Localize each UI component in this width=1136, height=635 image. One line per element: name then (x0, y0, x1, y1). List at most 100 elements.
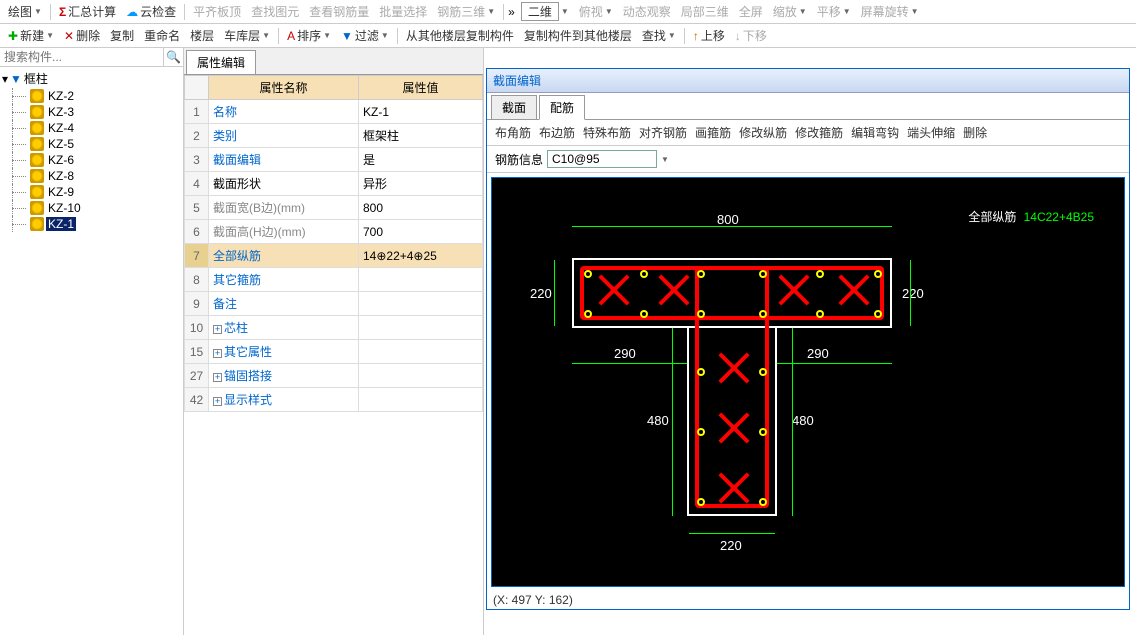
tree-item[interactable]: KZ-4 (2, 120, 181, 136)
property-row[interactable]: 7全部纵筋14⊕22+4⊕25 (185, 244, 483, 268)
move-down[interactable]: ↓下移 (731, 27, 771, 44)
draw-menu[interactable]: 绘图▼ (4, 3, 46, 20)
component-tree-panel: 🔍 ▾▼框柱 KZ-2 KZ-3 KZ-4 KZ-5 KZ-6 KZ-8 KZ-9 KZ-10… (0, 48, 184, 635)
property-row[interactable]: 3截面编辑是 (185, 148, 483, 172)
find-element[interactable]: 查找图元 (247, 3, 303, 20)
pan[interactable]: 平移▼ (813, 3, 855, 20)
gear-icon (30, 121, 44, 135)
property-row[interactable]: 5截面宽(B边)(mm)800 (185, 196, 483, 220)
delete-button[interactable]: ✕删除 (60, 27, 104, 44)
rebar-tool[interactable]: 修改箍筋 (795, 124, 843, 141)
tree-item[interactable]: KZ-8 (2, 168, 181, 184)
tree-item[interactable]: KZ-10 (2, 200, 181, 216)
rebar-tool[interactable]: 修改纵筋 (739, 124, 787, 141)
tree-item-label: KZ-9 (46, 185, 76, 199)
gear-icon (30, 169, 44, 183)
move-up[interactable]: ↑上移 (689, 27, 729, 44)
tree-item-label: KZ-3 (46, 105, 76, 119)
gear-icon (30, 153, 44, 167)
property-row[interactable]: 8其它箍筋 (185, 268, 483, 292)
batch-select[interactable]: 批量选择 (375, 3, 431, 20)
rebar-tool[interactable]: 编辑弯钩 (851, 124, 899, 141)
property-panel: 属性编辑 属性名称 属性值 1名称KZ-12类别框架柱3截面编辑是4截面形状异形… (184, 48, 484, 635)
component-tree[interactable]: ▾▼框柱 KZ-2 KZ-3 KZ-4 KZ-5 KZ-6 KZ-8 KZ-9 KZ-10 KZ… (0, 67, 183, 635)
tree-item[interactable]: KZ-1 (2, 216, 181, 232)
property-row[interactable]: 4截面形状异形 (185, 172, 483, 196)
zoom[interactable]: 缩放▼ (769, 3, 811, 20)
tree-item-label: KZ-8 (46, 169, 76, 183)
new-button[interactable]: ✚新建▼ (4, 27, 58, 44)
rebar-info-dropdown[interactable]: ▼ (661, 155, 669, 164)
search-input[interactable] (0, 48, 163, 66)
section-canvas[interactable]: 全部纵筋 14C22+4B25 800 (491, 177, 1125, 587)
property-row[interactable]: 10+芯柱 (185, 316, 483, 340)
section-editor-title: 截面编辑 (487, 69, 1129, 93)
rebar-tool[interactable]: 端头伸缩 (907, 124, 955, 141)
col-prop-name: 属性名称 (209, 76, 359, 100)
tree-item[interactable]: KZ-5 (2, 136, 181, 152)
toolbar-main: 绘图▼ Σ汇总计算 ☁云检查 平齐板顶 查找图元 查看钢筋量 批量选择 钢筋三维… (0, 0, 1136, 24)
tab-section[interactable]: 截面 (491, 95, 537, 119)
property-row[interactable]: 1名称KZ-1 (185, 100, 483, 124)
gear-icon (30, 137, 44, 151)
search-button[interactable]: 🔍 (163, 48, 183, 66)
view-2d[interactable]: 二维▼ (517, 2, 573, 21)
rebar-tool[interactable]: 布边筋 (539, 124, 575, 141)
garage-menu[interactable]: 车库层▼ (220, 27, 274, 44)
section-editor-panel: 截面编辑 截面 配筋 布角筋布边筋特殊布筋对齐钢筋画箍筋修改纵筋修改箍筋编辑弯钩… (486, 68, 1130, 610)
rebar-tool[interactable]: 对齐钢筋 (639, 124, 687, 141)
rebar-info-input[interactable] (547, 150, 657, 168)
floor-menu[interactable]: 楼层 (186, 27, 218, 44)
tab-rebar[interactable]: 配筋 (539, 95, 585, 120)
tree-item-label: KZ-10 (46, 201, 83, 215)
filter-button[interactable]: ▼过滤▼ (337, 27, 393, 44)
sort-button[interactable]: A排序▼ (283, 27, 335, 44)
tree-root[interactable]: ▾▼框柱 (2, 69, 181, 88)
property-row[interactable]: 27+锚固搭接 (185, 364, 483, 388)
summary-calc[interactable]: Σ汇总计算 (55, 3, 120, 20)
copy-to-floor[interactable]: 复制构件到其他楼层 (520, 27, 636, 44)
copy-from-floor[interactable]: 从其他楼层复制构件 (402, 27, 518, 44)
rename-button[interactable]: 重命名 (140, 27, 184, 44)
tree-item[interactable]: KZ-2 (2, 88, 181, 104)
property-row[interactable]: 42+显示样式 (185, 388, 483, 412)
col-prop-value: 属性值 (359, 76, 483, 100)
find-button[interactable]: 查找▼ (638, 27, 680, 44)
gear-icon (30, 201, 44, 215)
canvas-status: (X: 497 Y: 162) (487, 591, 1129, 609)
property-table: 属性名称 属性值 1名称KZ-12类别框架柱3截面编辑是4截面形状异形5截面宽(… (184, 75, 483, 412)
tree-item-label: KZ-6 (46, 153, 76, 167)
tree-item-label: KZ-4 (46, 121, 76, 135)
cloud-check[interactable]: ☁云检查 (122, 3, 180, 20)
rebar-tool[interactable]: 画箍筋 (695, 124, 731, 141)
fullscreen[interactable]: 全屏 (735, 3, 767, 20)
toolbar-edit: ✚新建▼ ✕删除 复制 重命名 楼层 车库层▼ A排序▼ ▼过滤▼ 从其他楼层复… (0, 24, 1136, 48)
top-view[interactable]: 俯视▼ (575, 3, 617, 20)
rebar-3d[interactable]: 钢筋三维▼ (433, 3, 499, 20)
tree-item[interactable]: KZ-9 (2, 184, 181, 200)
rebar-info-label: 钢筋信息 (495, 151, 543, 168)
gear-icon (30, 105, 44, 119)
rebar-tool[interactable]: 布角筋 (495, 124, 531, 141)
rebar-toolbar: 布角筋布边筋特殊布筋对齐钢筋画箍筋修改纵筋修改箍筋编辑弯钩端头伸缩删除 (487, 120, 1129, 146)
tree-item[interactable]: KZ-3 (2, 104, 181, 120)
tab-property-edit[interactable]: 属性编辑 (186, 50, 256, 74)
property-row[interactable]: 9备注 (185, 292, 483, 316)
rebar-tool[interactable]: 删除 (963, 124, 987, 141)
gear-icon (30, 217, 44, 231)
tree-item[interactable]: KZ-6 (2, 152, 181, 168)
local-3d[interactable]: 局部三维 (677, 3, 733, 20)
flat-top[interactable]: 平齐板顶 (189, 3, 245, 20)
tree-item-label: KZ-2 (46, 89, 76, 103)
view-rebar[interactable]: 查看钢筋量 (305, 3, 373, 20)
property-row[interactable]: 6截面高(H边)(mm)700 (185, 220, 483, 244)
tree-item-label: KZ-5 (46, 137, 76, 151)
copy-button[interactable]: 复制 (106, 27, 138, 44)
rebar-tool[interactable]: 特殊布筋 (583, 124, 631, 141)
property-row[interactable]: 15+其它属性 (185, 340, 483, 364)
gear-icon (30, 89, 44, 103)
property-row[interactable]: 2类别框架柱 (185, 124, 483, 148)
dynamic-view[interactable]: 动态观察 (619, 3, 675, 20)
screen-rotate[interactable]: 屏幕旋转▼ (857, 3, 923, 20)
tree-item-label: KZ-1 (46, 217, 76, 231)
